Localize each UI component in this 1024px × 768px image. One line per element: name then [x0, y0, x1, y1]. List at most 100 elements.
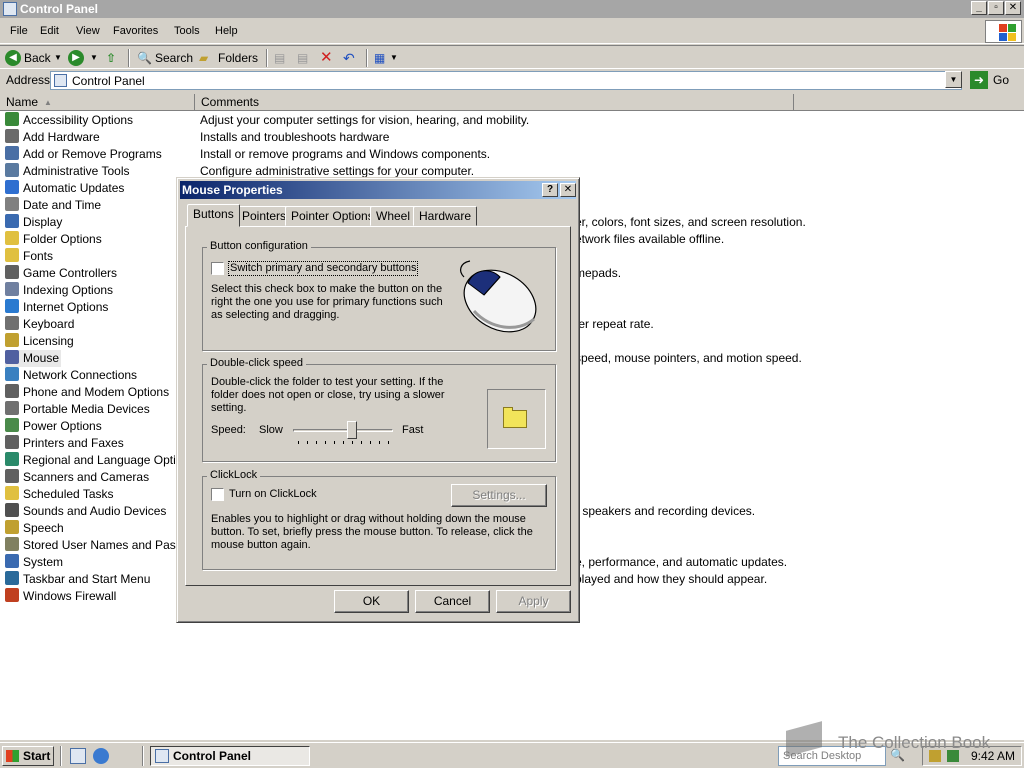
button-config-description: Select this check box to make the button…: [211, 283, 443, 321]
address-value: Control Panel: [72, 74, 145, 88]
menu-help[interactable]: Help: [215, 25, 238, 37]
list-item-comment: r speakers and recording devices.: [575, 504, 756, 518]
list-item[interactable]: Game Controllers: [5, 265, 191, 282]
close-button[interactable]: ✕: [1005, 1, 1021, 15]
go-label: Go: [993, 73, 1010, 87]
clicklock-checkbox[interactable]: [211, 488, 224, 501]
clicklock-settings-button[interactable]: Settings...: [451, 484, 547, 507]
list-item-label: Date and Time: [23, 198, 102, 212]
list-item[interactable]: Keyboard: [5, 316, 191, 333]
address-dropdown-icon[interactable]: ▼: [945, 71, 962, 88]
control-panel-item-icon: [5, 350, 19, 364]
speed-slider-thumb[interactable]: [347, 421, 357, 439]
list-item[interactable]: Internet Options: [5, 299, 191, 316]
menu-view[interactable]: View: [76, 25, 100, 37]
mouse-properties-dialog: Mouse Properties ? ✕ Buttons Pointers Po…: [176, 177, 580, 623]
minimize-button[interactable]: _: [971, 1, 987, 15]
windows-logo-icon: [6, 750, 19, 762]
tab-wheel[interactable]: Wheel: [370, 206, 417, 226]
list-item-label: Accessibility Options: [23, 113, 134, 127]
control-panel-item-icon: [5, 418, 19, 432]
list-item-label: Add Hardware: [23, 130, 100, 144]
cancel-button[interactable]: Cancel: [415, 590, 490, 613]
slider-tick: [388, 441, 389, 444]
search-icon[interactable]: 🔍: [137, 50, 152, 66]
move-to-icon[interactable]: ▤: [274, 50, 285, 66]
views-icon[interactable]: ▦: [374, 50, 385, 66]
ok-button[interactable]: OK: [334, 590, 409, 613]
back-arrow-icon[interactable]: ◀: [5, 50, 21, 66]
list-item[interactable]: Scanners and Cameras: [5, 469, 191, 486]
list-item-comment: played and how they should appear.: [575, 572, 768, 586]
taskbar-control-panel[interactable]: Control Panel: [150, 746, 310, 766]
restore-button[interactable]: ▫: [988, 1, 1004, 15]
list-item[interactable]: Printers and Faxes: [5, 435, 191, 452]
forward-dropdown-icon[interactable]: ▼: [90, 50, 98, 66]
copy-to-icon[interactable]: ▤: [297, 50, 308, 66]
list-item[interactable]: Network Connections: [5, 367, 191, 384]
search-button[interactable]: Search: [155, 50, 193, 66]
list-item[interactable]: Scheduled Tasks: [5, 486, 191, 503]
list-item[interactable]: Indexing Options: [5, 282, 191, 299]
tab-buttons[interactable]: Buttons: [187, 204, 240, 227]
switch-buttons-label[interactable]: Switch primary and secondary buttons: [228, 261, 419, 276]
speed-slider-track[interactable]: [293, 429, 393, 432]
list-item[interactable]: Folder Options: [5, 231, 191, 248]
list-item[interactable]: Regional and Language Options: [5, 452, 191, 469]
tab-pointer-options[interactable]: Pointer Options: [285, 206, 380, 226]
help-button[interactable]: ?: [542, 183, 558, 197]
list-item[interactable]: Automatic Updates: [5, 180, 191, 197]
list-item[interactable]: System: [5, 554, 191, 571]
list-item[interactable]: Fonts: [5, 248, 191, 265]
back-button[interactable]: Back: [24, 50, 51, 66]
forward-arrow-icon[interactable]: ▶: [68, 50, 84, 66]
address-field[interactable]: Control Panel: [50, 71, 962, 90]
apply-button[interactable]: Apply: [496, 590, 571, 613]
list-item[interactable]: Sounds and Audio Devices: [5, 503, 191, 520]
go-button[interactable]: ➜ Go: [970, 71, 1020, 90]
menu-favorites[interactable]: Favorites: [113, 25, 158, 37]
list-item[interactable]: Add or Remove Programs: [5, 146, 191, 163]
list-item[interactable]: Stored User Names and Passwords: [5, 537, 191, 554]
list-item[interactable]: Administrative Tools: [5, 163, 191, 180]
list-item[interactable]: Display: [5, 214, 191, 231]
folders-button[interactable]: Folders: [218, 50, 258, 66]
menu-tools[interactable]: Tools: [174, 25, 200, 37]
speed-label: Speed:: [211, 424, 246, 436]
name-column-header[interactable]: Name ▲: [0, 94, 195, 111]
folders-icon[interactable]: ▰: [199, 50, 208, 66]
control-panel-item-icon: [5, 367, 19, 381]
list-item[interactable]: Portable Media Devices: [5, 401, 191, 418]
list-item[interactable]: Accessibility Options: [5, 112, 191, 129]
tab-hardware[interactable]: Hardware: [413, 206, 478, 226]
dialog-close-button[interactable]: ✕: [560, 183, 576, 197]
list-item[interactable]: Date and Time: [5, 197, 191, 214]
undo-icon[interactable]: ↶: [343, 50, 355, 66]
list-item[interactable]: Speech: [5, 520, 191, 537]
comments-column-header[interactable]: Comments: [195, 94, 794, 111]
list-item[interactable]: Licensing: [5, 333, 191, 350]
internet-explorer-icon[interactable]: [93, 748, 109, 764]
list-item[interactable]: Add Hardware: [5, 129, 191, 146]
list-item[interactable]: Phone and Modem Options: [5, 384, 191, 401]
tab-pointers[interactable]: Pointers: [236, 206, 293, 226]
control-panel-item-icon: [5, 282, 19, 296]
list-item[interactable]: Windows Firewall: [5, 588, 191, 605]
start-button[interactable]: Start: [2, 746, 54, 766]
list-item[interactable]: Mouse: [5, 350, 61, 367]
list-item[interactable]: Power Options: [5, 418, 191, 435]
list-item[interactable]: Taskbar and Start Menu: [5, 571, 191, 588]
folder-icon[interactable]: [503, 410, 527, 428]
delete-icon[interactable]: ✕: [320, 50, 333, 66]
switch-buttons-checkbox[interactable]: [211, 262, 224, 275]
up-folder-icon[interactable]: ⇧: [106, 50, 116, 66]
views-dropdown-icon[interactable]: ▼: [390, 50, 398, 66]
menu-file[interactable]: File: [10, 25, 28, 37]
show-desktop-icon[interactable]: [70, 748, 86, 764]
back-dropdown-icon[interactable]: ▼: [54, 50, 62, 66]
test-folder-area[interactable]: [487, 389, 546, 449]
control-panel-item-icon: [5, 486, 19, 500]
menu-edit[interactable]: Edit: [40, 25, 59, 37]
control-panel-item-icon: [5, 571, 19, 585]
clicklock-checkbox-label[interactable]: Turn on ClickLock: [229, 488, 317, 501]
